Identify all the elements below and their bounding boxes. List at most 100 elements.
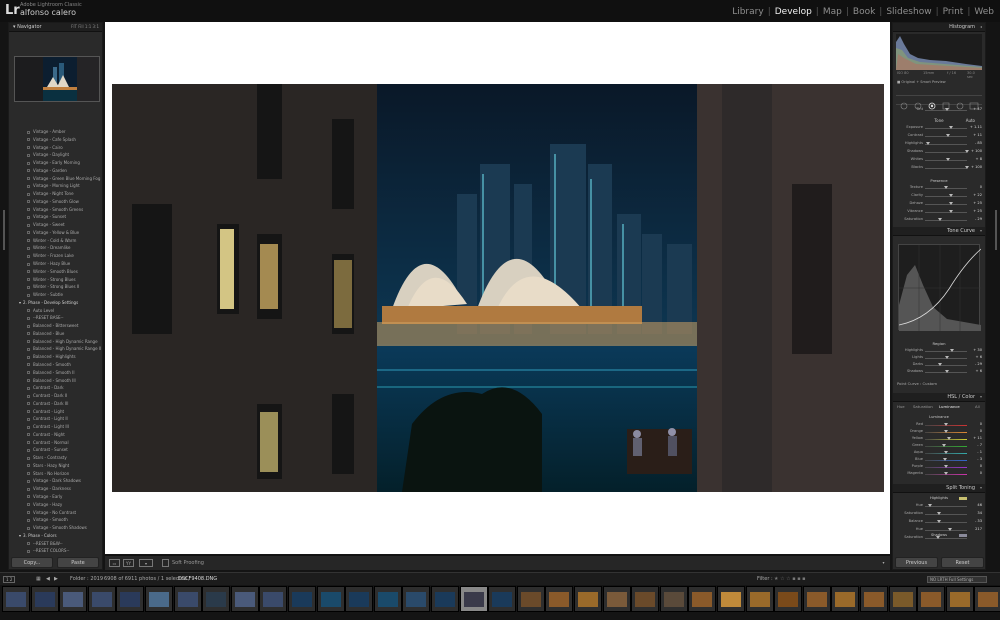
slider-track[interactable] — [925, 204, 967, 205]
slider-thumb[interactable] — [948, 528, 953, 531]
film-thumbnail[interactable] — [717, 586, 745, 612]
slider-thumb[interactable] — [937, 218, 942, 221]
navigator-header[interactable]: ▾ Navigator FIT Fill 1:1 3:1 — [9, 23, 102, 32]
slider-thumb[interactable] — [946, 437, 951, 440]
navigator-preview[interactable] — [14, 56, 100, 102]
film-thumbnail[interactable] — [574, 586, 602, 612]
slider-value[interactable]: + 11 — [973, 133, 982, 137]
slider-value[interactable]: + 100 — [971, 165, 982, 169]
film-thumbnail[interactable] — [917, 586, 946, 612]
preset-item[interactable]: Contrast - Light III — [9, 423, 102, 431]
preset-item[interactable]: Contrast - Sunset — [9, 446, 102, 454]
preset-item[interactable]: Vintage - Daylight — [9, 151, 102, 159]
slider-track[interactable] — [925, 212, 967, 213]
slider-value[interactable]: - 7 — [977, 443, 982, 447]
folder-source[interactable]: Folder : 2019 — [70, 576, 103, 582]
slider-value[interactable]: - 29 — [975, 362, 982, 366]
slider-track[interactable] — [925, 538, 967, 539]
presence-slider-texture[interactable]: Texture 0 — [893, 185, 985, 191]
film-thumbnail[interactable] — [373, 586, 402, 612]
paste-button[interactable]: Paste — [57, 557, 99, 568]
module-book[interactable]: Book — [853, 7, 875, 17]
point-curve[interactable]: Point Curve : Custom — [897, 381, 937, 386]
main-photo[interactable] — [112, 84, 884, 492]
tone-slider-exposure[interactable]: Exposure + 1.11 — [893, 125, 985, 131]
film-thumbnail[interactable] — [659, 586, 688, 612]
slider-value[interactable]: + 25 — [973, 201, 982, 205]
slider-thumb[interactable] — [948, 194, 953, 197]
slider-value[interactable]: + 100 — [971, 149, 982, 153]
luminance-slider-orange[interactable]: Orange 0 — [893, 429, 985, 435]
hsl-tab-luminance[interactable]: Luminance — [939, 404, 960, 409]
preset-item[interactable]: Vintage - Smooth Shadows — [9, 524, 102, 532]
preset-item[interactable]: Stars - Hazy Night — [9, 462, 102, 470]
film-thumbnail[interactable] — [602, 586, 631, 612]
film-thumbnail[interactable] — [87, 586, 116, 612]
slider-track[interactable] — [925, 351, 967, 352]
slider-track[interactable] — [925, 168, 967, 169]
reset-button[interactable]: Reset — [941, 557, 984, 568]
luminance-slider-yellow[interactable]: Yellow + 11 — [893, 436, 985, 442]
preset-item[interactable]: Vintage - Morning Light — [9, 182, 102, 190]
forward-icon[interactable]: ▶ — [54, 576, 58, 582]
tone-curve-header[interactable]: Tone Curve ▾ — [893, 227, 985, 236]
right-panel-toggle[interactable] — [995, 210, 997, 250]
preset-item[interactable]: Vintage - Smooth — [9, 516, 102, 524]
slider-value[interactable]: 0 — [980, 422, 982, 426]
slider-thumb[interactable] — [949, 202, 954, 205]
slider-value[interactable]: 34 — [977, 511, 982, 515]
film-thumbnail[interactable] — [545, 586, 574, 612]
slider-value[interactable]: - 85 — [975, 141, 982, 145]
presence-slider-clarity[interactable]: Clarity + 22 — [893, 193, 985, 199]
slider-thumb[interactable] — [965, 166, 969, 169]
preset-item[interactable]: Winter - Frozen Lake — [9, 252, 102, 260]
hsl-header[interactable]: HSL / Color ▾ — [893, 393, 985, 402]
slider-thumb[interactable] — [965, 150, 969, 153]
film-thumbnail[interactable] — [802, 586, 831, 612]
preset-item[interactable]: Contrast - Normal — [9, 439, 102, 447]
tone-slider-shadows[interactable]: Shadows + 100 — [893, 149, 985, 155]
preset-item[interactable]: Vintage - Night Tone — [9, 190, 102, 198]
preset-item[interactable]: Vintage - Green Blue Morning Fog — [9, 175, 102, 183]
slider-thumb[interactable] — [943, 458, 948, 461]
luminance-slider-purple[interactable]: Purple 0 — [893, 464, 985, 470]
film-thumbnail[interactable] — [30, 586, 59, 612]
preset-item[interactable]: Vintage - Hazy — [9, 501, 102, 509]
preset-item[interactable]: Winter - Strong Blues II — [9, 283, 102, 291]
slider-value[interactable]: + 8 — [976, 157, 982, 161]
slider-value[interactable]: + 6 — [976, 369, 982, 373]
before-after-icon[interactable]: ▾ — [139, 559, 153, 567]
preset-item[interactable]: Winter - Strong Blues — [9, 276, 102, 284]
film-thumbnail[interactable] — [2, 586, 30, 612]
film-thumbnail[interactable] — [860, 586, 888, 612]
slider-value[interactable]: 0 — [980, 429, 982, 433]
module-map[interactable]: Map — [823, 7, 842, 17]
hsl-tab-all[interactable]: All — [975, 404, 980, 409]
preset-item[interactable]: Vintage - Smooth Glow — [9, 198, 102, 206]
film-thumbnail[interactable] — [145, 586, 173, 612]
soft-proofing-checkbox[interactable] — [162, 559, 169, 567]
split-toning-header[interactable]: Split Toning ▾ — [893, 484, 985, 493]
secondary-display-toggle[interactable]: 1 2 — [3, 576, 16, 583]
selected-file[interactable]: DSCF9408.DNG — [178, 576, 217, 582]
film-thumbnail[interactable] — [259, 586, 288, 612]
slider-value[interactable]: - 29 — [975, 217, 982, 221]
preset-item[interactable]: Vintage - Smooth Greens — [9, 206, 102, 214]
filter-preset-select[interactable]: NO LRTH Full Settings — [927, 576, 987, 583]
preset-item[interactable]: --RESET COLORS-- — [9, 547, 102, 555]
auto-button[interactable]: Auto — [966, 118, 975, 123]
highlight-swatch[interactable] — [959, 497, 967, 500]
image-canvas[interactable] — [105, 22, 890, 554]
rating-filter-icon[interactable]: ★ ☆ ☆ ▪ ▪ ▪ — [774, 576, 806, 582]
film-thumbnail[interactable] — [888, 586, 917, 612]
film-thumbnail[interactable] — [59, 586, 88, 612]
slider-value[interactable]: + 6 — [976, 355, 982, 359]
slider-thumb[interactable] — [949, 210, 954, 213]
slider-thumb[interactable] — [944, 465, 948, 468]
preset-item[interactable]: Vintage - Yellow & Blue — [9, 229, 102, 237]
preset-item[interactable]: Contrast - Dark III — [9, 400, 102, 408]
preset-item[interactable]: Winter - Subtle — [9, 291, 102, 299]
preset-item[interactable]: Vintage - Cairo — [9, 144, 102, 152]
film-thumbnail[interactable] — [202, 586, 231, 612]
slider-thumb[interactable] — [945, 370, 950, 373]
